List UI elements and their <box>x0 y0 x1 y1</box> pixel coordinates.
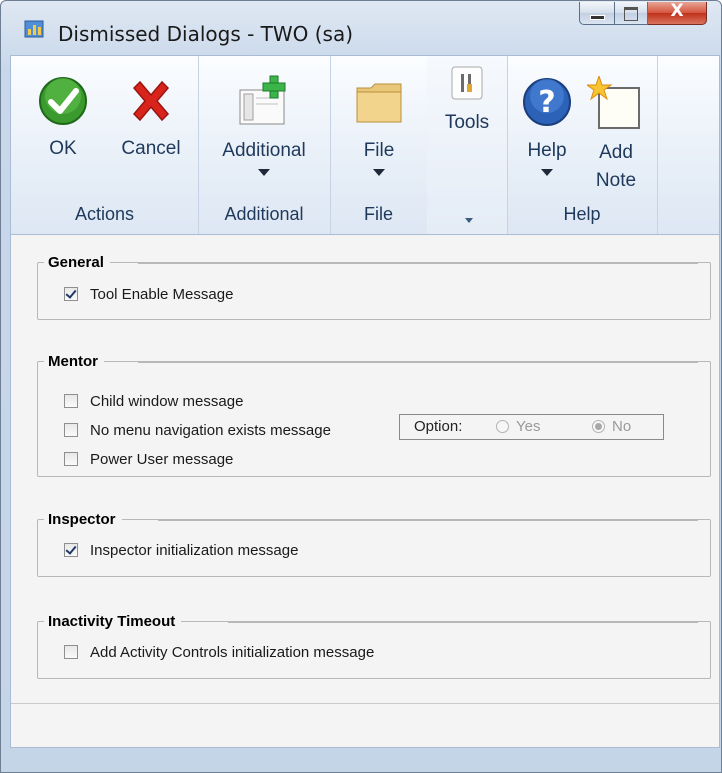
ribbon-group-additional: Additional Additional <box>198 56 331 234</box>
ribbon-group-tools: Tools <box>427 56 508 234</box>
ribbon-group-file: File File <box>330 56 428 234</box>
app-icon <box>24 20 44 38</box>
close-button[interactable]: X <box>648 1 707 25</box>
power-user-message-checkbox[interactable] <box>64 452 78 466</box>
additional-label: Additional <box>222 140 306 161</box>
option-yes-label: Yes <box>516 418 541 435</box>
group-options-chevron-icon[interactable] <box>465 218 474 223</box>
group-label-additional: Additional <box>224 204 304 224</box>
option-no-label: No <box>612 418 632 435</box>
tool-enable-message-checkbox[interactable] <box>64 287 78 301</box>
child-window-message-row[interactable]: Child window message <box>64 392 243 410</box>
add-note-label-line1: Add <box>599 142 633 163</box>
tools-icon <box>451 66 483 100</box>
cancel-button[interactable]: Cancel <box>111 76 191 163</box>
add-note-button[interactable]: Add Note <box>583 74 649 195</box>
folder-icon <box>356 83 402 123</box>
add-activity-controls-message-label: Add Activity Controls initialization mes… <box>90 643 375 661</box>
tools-label: Tools <box>444 112 490 133</box>
tools-button[interactable]: Tools <box>435 66 499 137</box>
file-button[interactable]: File <box>348 76 410 176</box>
dismissed-dialogs-window: Dismissed Dialogs - TWO (sa) X OK Cancel… <box>0 0 722 773</box>
chevron-down-icon <box>373 169 385 176</box>
inspector-initialization-message-row[interactable]: Inspector initialization message <box>64 541 298 559</box>
inspector-section: Inspector Inspector initialization messa… <box>37 512 711 577</box>
add-activity-controls-message-row[interactable]: Add Activity Controls initialization mes… <box>64 643 374 661</box>
no-menu-navigation-message-row[interactable]: No menu navigation exists message <box>64 421 331 439</box>
inspector-initialization-message-checkbox[interactable] <box>64 543 78 557</box>
additional-icon <box>239 75 286 125</box>
tool-enable-message-row[interactable]: Tool Enable Message <box>64 285 233 303</box>
ok-button[interactable]: OK <box>33 76 93 163</box>
power-user-message-label: Power User message <box>90 450 234 468</box>
svg-text:?: ? <box>538 85 555 120</box>
power-user-message-row[interactable]: Power User message <box>64 450 233 468</box>
ribbon-toolbar: OK Cancel Actions Additional Additional … <box>10 55 720 235</box>
ribbon-group-help: ? Help Add Note Help <box>507 56 658 234</box>
no-menu-navigation-message-label: No menu navigation exists message <box>90 421 331 439</box>
option-no-radio[interactable] <box>592 420 605 433</box>
help-button[interactable]: ? Help <box>515 76 579 176</box>
mentor-section-title: Mentor <box>44 354 104 370</box>
help-label: Help <box>527 140 567 161</box>
inactivity-timeout-section-title: Inactivity Timeout <box>44 614 182 630</box>
cancel-label: Cancel <box>121 138 181 159</box>
group-label-help: Help <box>563 204 601 224</box>
minimize-button[interactable] <box>579 2 615 25</box>
maximize-button[interactable] <box>615 2 648 25</box>
add-note-label-line2: Note <box>595 170 637 191</box>
inactivity-timeout-section: Inactivity Timeout Add Activity Controls… <box>37 614 711 679</box>
title-bar: Dismissed Dialogs - TWO (sa) X <box>1 1 721 46</box>
option-radio-group: Option: Yes No <box>399 414 664 440</box>
additional-button[interactable]: Additional <box>206 74 322 176</box>
child-window-message-checkbox[interactable] <box>64 394 78 408</box>
child-window-message-label: Child window message <box>90 392 244 410</box>
cancel-icon <box>132 80 170 122</box>
add-activity-controls-message-checkbox[interactable] <box>64 645 78 659</box>
chevron-down-icon <box>541 169 553 176</box>
note-icon <box>585 74 640 129</box>
group-label-actions: Actions <box>74 204 135 224</box>
maximize-icon <box>624 7 638 21</box>
ok-icon <box>39 77 87 125</box>
ok-label: OK <box>49 138 77 159</box>
general-section: General Tool Enable Message <box>37 255 711 320</box>
window-title: Dismissed Dialogs - TWO (sa) <box>58 22 354 46</box>
no-menu-navigation-message-checkbox[interactable] <box>64 423 78 437</box>
minimize-icon <box>590 15 605 20</box>
close-icon: X <box>670 1 684 21</box>
chevron-down-icon <box>258 169 270 176</box>
option-yes-radio[interactable] <box>496 420 509 433</box>
tool-enable-message-label: Tool Enable Message <box>90 285 234 303</box>
file-label: File <box>363 140 395 161</box>
option-label: Option: <box>414 418 463 435</box>
inspector-initialization-message-label: Inspector initialization message <box>90 541 299 559</box>
ribbon-group-actions: OK Cancel Actions <box>11 56 199 234</box>
group-label-file: File <box>363 204 393 224</box>
inspector-section-title: Inspector <box>44 512 122 528</box>
general-section-title: General <box>44 255 110 271</box>
footer-divider <box>11 703 719 704</box>
help-icon: ? <box>523 78 571 126</box>
